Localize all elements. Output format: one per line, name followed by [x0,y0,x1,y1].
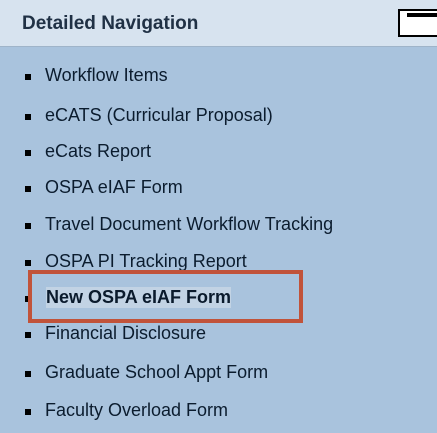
nav-item-label[interactable]: eCATS (Curricular Proposal) [45,105,273,126]
panel-title: Detailed Navigation [22,13,199,34]
nav-item-label[interactable]: Faculty Overload Form [45,400,228,421]
nav-item-workflow-items[interactable]: Workflow Items [0,64,437,88]
detailed-navigation-panel: Detailed Navigation Workflow Items eCATS… [0,0,437,433]
nav-item-ecats-curricular-proposal[interactable]: eCATS (Curricular Proposal) [0,104,437,128]
nav-item-ospa-eiaf-form[interactable]: OSPA eIAF Form [0,176,437,200]
bullet-icon [25,332,31,338]
nav-item-graduate-school-appt-form[interactable]: Graduate School Appt Form [0,361,437,385]
collapse-button[interactable] [398,9,437,37]
nav-item-label[interactable]: eCats Report [45,141,151,162]
nav-item-label[interactable]: Workflow Items [45,65,168,86]
bullet-icon [25,296,31,302]
bullet-icon [25,371,31,377]
bullet-icon [25,74,31,80]
nav-item-label[interactable]: Travel Document Workflow Tracking [45,214,333,235]
nav-item-ecats-report[interactable]: eCats Report [0,140,437,164]
nav-item-label[interactable]: OSPA eIAF Form [45,177,183,198]
nav-item-label[interactable]: OSPA PI Tracking Report [45,251,247,272]
nav-item-ospa-pi-tracking-report[interactable]: OSPA PI Tracking Report [0,250,437,274]
minus-icon [407,13,437,17]
bullet-icon [25,186,31,192]
bullet-icon [25,223,31,229]
bullet-icon [25,114,31,120]
nav-item-label-selected[interactable]: New OSPA eIAF Form [46,287,232,308]
nav-item-travel-document-workflow-tracking[interactable]: Travel Document Workflow Tracking [0,213,437,237]
bullet-icon [25,150,31,156]
nav-item-financial-disclosure[interactable]: Financial Disclosure [0,322,437,346]
bullet-icon [25,260,31,266]
panel-header: Detailed Navigation [0,0,437,47]
bullet-icon [25,409,31,415]
nav-item-label[interactable]: Financial Disclosure [45,323,206,344]
nav-item-faculty-overload-form[interactable]: Faculty Overload Form [0,399,437,423]
nav-item-label[interactable]: Graduate School Appt Form [45,362,268,383]
nav-item-new-ospa-eiaf-form[interactable]: New OSPA eIAF Form [0,286,437,310]
